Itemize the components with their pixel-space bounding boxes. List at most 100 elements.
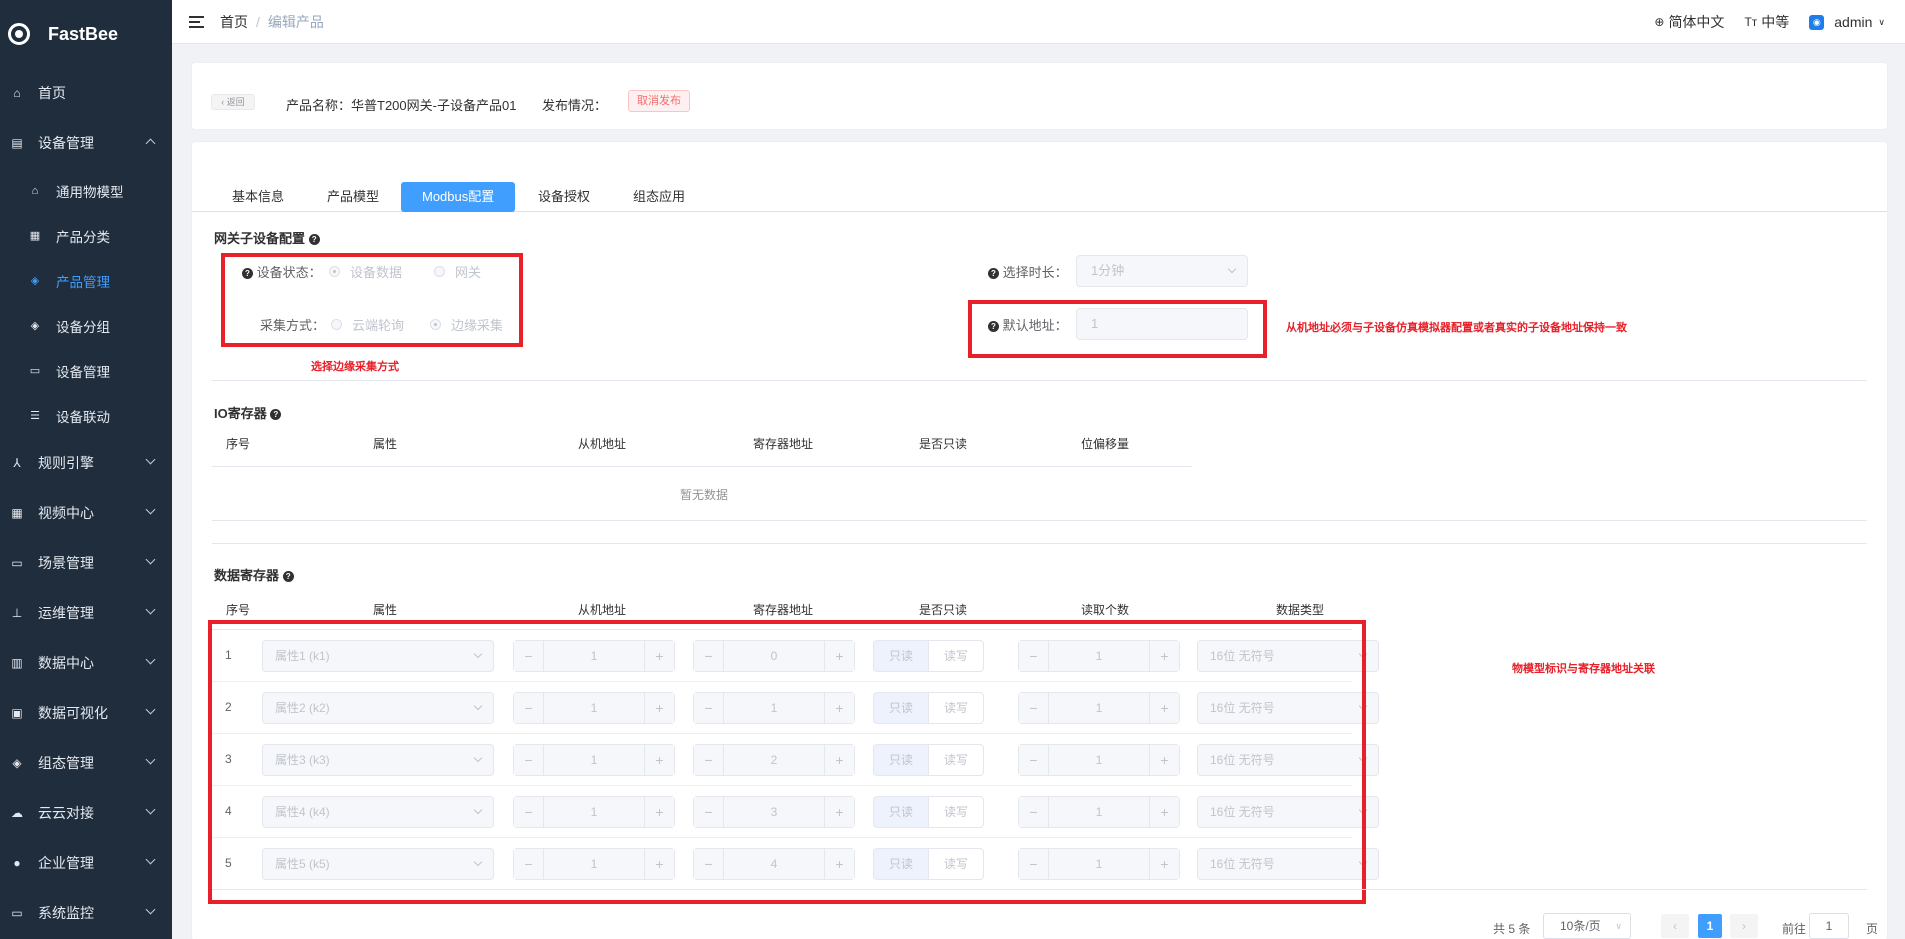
logo[interactable]: FastBee <box>0 0 172 68</box>
sidebar-item-home[interactable]: ⌂ 首页 <box>0 68 172 118</box>
radio-device-data[interactable]: 设备数据 <box>329 262 402 281</box>
page-suffix: 页 <box>1866 922 1879 936</box>
help-icon[interactable]: ? <box>270 409 282 420</box>
annotation-note-address: 从机地址必须与子设备仿真模拟器配置或者真实的子设备地址保持一致 <box>1286 322 1627 334</box>
default-address-input[interactable]: 1 <box>1076 308 1248 340</box>
sidebar-item-ops[interactable]: ⊥ 运维管理 <box>0 588 172 638</box>
divider <box>212 889 1867 890</box>
divider <box>212 466 1192 467</box>
chevron-down-icon <box>145 504 156 515</box>
chevron-up-icon <box>145 138 156 149</box>
sidebar-item-config[interactable]: ◈ 组态管理 <box>0 738 172 788</box>
home-icon: ⌂ <box>13 86 21 100</box>
prev-page-button[interactable]: ‹ <box>1661 914 1689 938</box>
sidebar-item-cloud[interactable]: ☁ 云云对接 <box>0 788 172 838</box>
gateway-section-title: 网关子设备配置 ? <box>214 228 320 247</box>
chevron-down-icon <box>145 804 156 815</box>
radio-gateway[interactable]: 网关 <box>434 262 481 281</box>
sidebar-item-visual[interactable]: ▣ 数据可视化 <box>0 688 172 738</box>
sidebar-item-product[interactable]: ◈ 产品管理 <box>0 258 172 303</box>
enterprise-icon: ● <box>13 856 21 870</box>
goto-label: 前往 <box>1782 922 1807 936</box>
chevron-down-icon <box>145 654 156 665</box>
sidebar-item-device[interactable]: ▭ 设备管理 <box>0 348 172 393</box>
help-icon[interactable]: ? <box>988 321 999 332</box>
duration-select[interactable]: 1分钟 <box>1076 255 1248 287</box>
sidebar-item-video[interactable]: ▦ 视频中心 <box>0 488 172 538</box>
device-status-label: ? 设备状态： <box>242 262 322 281</box>
model-icon: ⌂ <box>31 184 39 197</box>
data-header-readonly: 是否只读 <box>919 603 968 617</box>
data-icon: ▥ <box>11 656 23 670</box>
config-icon: ◈ <box>12 756 22 770</box>
divider <box>212 380 1867 381</box>
tab-device-auth[interactable]: 设备授权 <box>538 182 590 212</box>
io-section-title: IO寄存器 ? <box>214 403 282 422</box>
chevron-down-icon <box>145 704 156 715</box>
linkage-icon: ☰ <box>30 410 40 422</box>
sidebar-item-linkage[interactable]: ☰ 设备联动 <box>0 393 172 438</box>
device-icon: ▤ <box>11 136 23 150</box>
pager-total: 共 5 条 <box>1493 922 1531 936</box>
breadcrumb: 首页 / 编辑产品 <box>220 13 324 30</box>
radio-edge-collect[interactable]: 边缘采集 <box>430 315 503 334</box>
product-info-card: ‹ 返回 产品名称：华普T200网关-子设备产品01 发布情况： 取消发布 <box>191 62 1888 130</box>
tab-product-model[interactable]: 产品模型 <box>327 182 379 212</box>
monitor-icon: ▭ <box>11 906 23 920</box>
data-register-section-title: 数据寄存器 ? <box>214 565 294 584</box>
header: 首页 / 编辑产品 ⊕ 简体中文 Tт 中等 ◉ admin ∨ <box>172 0 1905 44</box>
language-switch[interactable]: ⊕ 简体中文 <box>1654 12 1724 32</box>
radio-cloud-poll[interactable]: 云端轮询 <box>331 315 404 334</box>
sidebar: FastBee ⌂ 首页 ▤ 设备管理 ⌂ 通用物模型 ▦ 产品分类 ◈ 产品管理 ◈ 设备… <box>0 0 172 939</box>
sidebar-item-model[interactable]: ⌂ 通用物模型 <box>0 168 172 213</box>
help-icon[interactable]: ? <box>242 268 253 279</box>
sidebar-item-enterprise[interactable]: ● 企业管理 <box>0 838 172 888</box>
video-icon: ▦ <box>11 506 23 520</box>
divider <box>212 543 1867 544</box>
tab-basic-info[interactable]: 基本信息 <box>232 182 284 212</box>
size-switch[interactable]: Tт 中等 <box>1744 12 1789 32</box>
sidebar-item-group[interactable]: ◈ 设备分组 <box>0 303 172 348</box>
tab-config-app[interactable]: 组态应用 <box>633 182 685 212</box>
data-header-attr: 属性 <box>373 603 398 617</box>
breadcrumb-home[interactable]: 首页 <box>220 14 248 30</box>
sidebar-item-device-management[interactable]: ▤ 设备管理 <box>0 118 172 168</box>
help-icon[interactable]: ? <box>308 234 320 245</box>
help-icon[interactable]: ? <box>988 268 999 279</box>
chevron-down-icon <box>145 554 156 565</box>
logo-text: FastBee <box>48 23 119 44</box>
default-address-label: ? 默认地址： <box>988 315 1068 334</box>
help-icon[interactable]: ? <box>282 571 294 582</box>
data-header-slave: 从机地址 <box>578 603 627 617</box>
breadcrumb-current: 编辑产品 <box>267 13 324 30</box>
sidebar-item-category[interactable]: ▦ 产品分类 <box>0 213 172 258</box>
page-button[interactable]: 1 <box>1698 914 1722 938</box>
sidebar-item-monitor[interactable]: ▭ 系统监控 <box>0 888 172 938</box>
menu-toggle-icon[interactable] <box>189 15 204 28</box>
io-header-offset: 位偏移量 <box>1081 437 1130 451</box>
io-header-attr: 属性 <box>373 437 398 451</box>
chevron-down-icon <box>145 904 156 915</box>
category-icon: ▦ <box>29 230 41 242</box>
sidebar-item-data[interactable]: ▥ 数据中心 <box>0 638 172 688</box>
next-page-button[interactable]: › <box>1730 914 1758 938</box>
user-menu[interactable]: ◉ admin ∨ <box>1809 14 1885 30</box>
chevron-down-icon: ∨ <box>1615 921 1622 931</box>
fastbee-logo-icon <box>8 23 30 45</box>
page-size-select[interactable]: 10条/页 ∨ <box>1543 913 1631 939</box>
chevron-down-icon <box>145 454 156 465</box>
tab-modbus-config[interactable]: Modbus配置 <box>401 182 516 212</box>
annotation-box-data-register <box>208 620 1366 904</box>
chevron-down-icon <box>145 754 156 765</box>
goto-page-input[interactable]: 1 <box>1809 913 1849 939</box>
unpublish-button[interactable]: 取消发布 <box>628 90 690 112</box>
header-right: ⊕ 简体中文 Tт 中等 ◉ admin ∨ <box>1654 0 1905 44</box>
sidebar-item-scene[interactable]: ▭ 场景管理 <box>0 538 172 588</box>
data-header-register: 寄存器地址 <box>753 603 814 617</box>
back-button[interactable]: ‹ 返回 <box>211 94 255 110</box>
data-header-index: 序号 <box>226 603 251 617</box>
avatar: ◉ <box>1809 14 1825 30</box>
sidebar-item-rule[interactable]: ⅄ 规则引擎 <box>0 438 172 488</box>
annotation-note-data-register: 物模型标识与寄存器地址关联 <box>1512 663 1655 675</box>
scene-icon: ▭ <box>11 556 23 570</box>
